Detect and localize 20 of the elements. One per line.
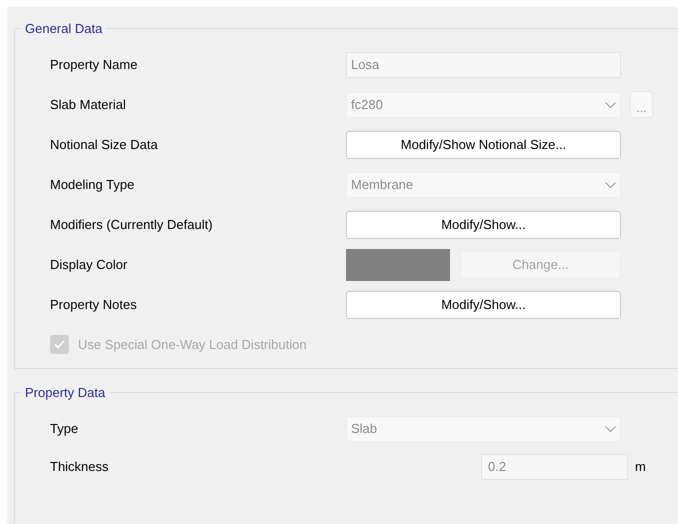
- field-label: Property Notes: [50, 296, 138, 314]
- field-label: Modifiers (Currently Default): [50, 216, 214, 234]
- field-label: Display Color: [50, 256, 128, 274]
- unit-label: m: [635, 458, 646, 476]
- group-title: General Data: [24, 20, 104, 38]
- field-label: Type: [50, 420, 80, 438]
- group-title: Property Data: [24, 384, 106, 402]
- modify-button[interactable]: Modify/Show...: [346, 210, 621, 238]
- chevron-down-icon: [605, 426, 616, 432]
- field-label: Thickness: [50, 458, 110, 476]
- chevron-down-icon: [605, 182, 616, 188]
- field-label: Slab Material: [50, 96, 127, 114]
- check-icon: [54, 340, 65, 349]
- modify-button[interactable]: Modify/Show...: [346, 290, 621, 318]
- checkbox-label: Use Special One-Way Load Distribution: [78, 336, 307, 354]
- chevron-down-icon: [605, 102, 616, 108]
- field-label: Notional Size Data: [50, 136, 159, 154]
- field-label: Modeling Type: [50, 176, 136, 194]
- modify-button[interactable]: Modify/Show Notional Size...: [346, 130, 621, 158]
- field-label: Property Name: [50, 56, 138, 74]
